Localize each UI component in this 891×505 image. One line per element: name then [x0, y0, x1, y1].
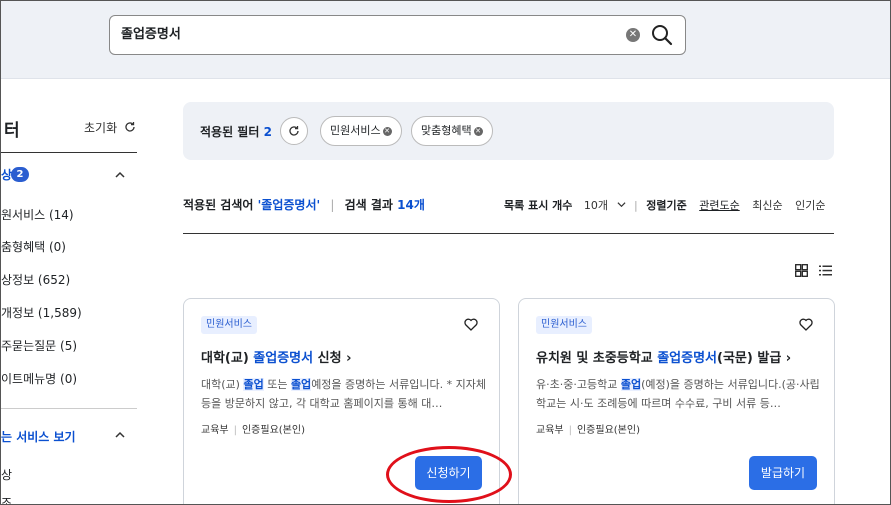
sidebar-item-custom-benefit[interactable]: 춤형혜택 (0): [1, 238, 66, 255]
chevron-up-icon[interactable]: [114, 429, 126, 441]
card-department: 교육부: [536, 425, 564, 436]
result-card: 민원서비스 대학(교) 졸업증명서 신청 › 대학(교) 졸업 또는 졸업예정을…: [183, 298, 500, 504]
card-category-tag: 민원서비스: [201, 316, 257, 334]
list-view-icon[interactable]: [819, 264, 832, 277]
applied-filter-count: 2: [263, 125, 272, 139]
results-summary: 적용된 검색어 '졸업증명서' | 검색 결과 14개: [183, 196, 425, 213]
filter-chip-civil-service[interactable]: 민원서비스 ✕: [320, 116, 402, 146]
sidebar-item-civil-service[interactable]: 원서비스 (14): [1, 206, 74, 223]
card-description: 대학(교) 졸업 또는 졸업예정을 증명하는 서류입니다. * 지자체 등을 방…: [201, 375, 486, 413]
results-divider: [183, 233, 834, 234]
chip-label: 민원서비스: [330, 124, 381, 137]
sidebar-item-public-info[interactable]: 개정보 (1,589): [1, 304, 82, 321]
reset-button[interactable]: 초기화: [84, 119, 136, 136]
filter-chip-custom-benefit[interactable]: 맞춤형혜택 ✕: [411, 116, 493, 146]
applied-query-value: '졸업증명서': [257, 198, 321, 212]
card-meta: 교육부 | 인증필요(본인): [201, 421, 305, 436]
card-title-text: 유치원 및 초중등학교: [536, 351, 658, 366]
search-input[interactable]: [121, 16, 601, 54]
card-meta: 교육부 | 인증필요(본인): [536, 421, 640, 436]
desc-text: 대학(교): [201, 378, 244, 391]
sidebar-item-life-info[interactable]: 상정보 (652): [1, 271, 70, 288]
sidebar-item-other-1[interactable]: 상: [1, 466, 12, 483]
heart-icon[interactable]: [799, 318, 813, 331]
divider: |: [634, 199, 638, 212]
divider: |: [233, 425, 237, 436]
desc-highlight: 졸업: [243, 378, 264, 391]
close-circle-icon[interactable]: ✕: [626, 28, 640, 42]
sidebar-divider-2: [1, 408, 137, 409]
close-icon[interactable]: ✕: [382, 126, 392, 136]
divider: |: [568, 425, 572, 436]
chevron-down-icon: [617, 202, 626, 208]
sidebar-title: 터: [4, 121, 20, 141]
sort-popular[interactable]: 인기순: [795, 199, 825, 212]
filter-sidebar: 터 초기화 상 2 원서비스 (14) 춤형혜택 (0) 상정보 (652) 개…: [1, 101, 137, 504]
refresh-icon: [289, 126, 299, 136]
issue-button[interactable]: 발급하기: [749, 456, 817, 490]
grid-view-icon[interactable]: [795, 264, 808, 277]
filter-refresh-button[interactable]: [280, 117, 308, 145]
card-title-text: 대학(교): [201, 351, 254, 366]
desc-text: 또는: [263, 378, 291, 391]
list-count-label: 목록 표시 개수: [504, 199, 573, 212]
sidebar-item-site-menu[interactable]: 이트메뉴명 (0): [1, 370, 77, 387]
sort-label: 정렬기준: [646, 199, 687, 212]
result-label: 검색 결과: [344, 198, 393, 212]
sort-relevance[interactable]: 관련도순: [699, 199, 739, 212]
category-count-badge: 2: [11, 167, 29, 182]
browser-frame: ✕ 터 초기화 상 2 원서비스 (14) 춤형혜택 (0) 상정보 (6: [0, 0, 891, 505]
applied-filter-label: 적용된 필터 2: [200, 123, 272, 140]
sidebar-divider: [1, 152, 137, 153]
card-auth-requirement: 인증필요(본인): [241, 425, 305, 436]
other-services-toggle[interactable]: 는 서비스 보기: [1, 428, 76, 445]
close-icon[interactable]: ✕: [473, 126, 483, 136]
card-title-suffix: (국문) 발급 ›: [717, 351, 792, 366]
category-header[interactable]: 상 2: [1, 165, 137, 185]
card-title-link[interactable]: 대학(교) 졸업증명서 신청 ›: [201, 347, 351, 366]
list-count-select[interactable]: 10개: [584, 199, 629, 212]
card-department: 교육부: [201, 425, 229, 436]
heart-icon[interactable]: [464, 318, 478, 331]
search-band: ✕: [1, 1, 890, 79]
card-category-tag: 민원서비스: [536, 316, 592, 334]
reset-label: 초기화: [84, 121, 118, 135]
card-description: 유·초·중·고등학교 졸업(예정)을 증명하는 서류입니다.(공·사립학교는 시…: [536, 375, 821, 413]
refresh-icon: [125, 122, 135, 132]
desc-highlight: 졸업: [290, 378, 312, 391]
card-title-highlight: 졸업증명서: [657, 351, 718, 366]
applied-filter-bar: 적용된 필터 2 민원서비스 ✕ 맞춤형혜택 ✕: [183, 102, 834, 160]
sidebar-item-other-2[interactable]: 조: [1, 494, 12, 504]
list-count-value: 10개: [583, 199, 609, 212]
magnifier-icon[interactable]: [650, 23, 674, 47]
applied-filter-text: 적용된 필터: [200, 125, 260, 139]
chip-label: 맞춤형혜택: [421, 124, 472, 137]
card-title-link[interactable]: 유치원 및 초중등학교 졸업증명서(국문) 발급 ›: [536, 347, 791, 366]
sort-latest[interactable]: 최신순: [752, 199, 782, 212]
card-title-suffix: 신청 ›: [313, 351, 352, 366]
result-count: 14개: [397, 198, 425, 212]
card-title-highlight: 졸업증명서: [253, 351, 314, 366]
desc-highlight: 졸업: [620, 378, 642, 391]
divider: |: [330, 198, 335, 212]
apply-button[interactable]: 신청하기: [415, 456, 482, 490]
chevron-up-icon[interactable]: [114, 169, 126, 181]
sidebar-item-faq[interactable]: 주묻는질문 (5): [1, 337, 77, 354]
search-box: ✕: [109, 15, 686, 55]
list-controls: 목록 표시 개수 10개 | 정렬기준 관련도순 최신순 인기순: [504, 197, 825, 213]
result-card: 민원서비스 유치원 및 초중등학교 졸업증명서(국문) 발급 › 유·초·중·고…: [518, 298, 835, 504]
desc-text: 유·초·중·고등학교: [536, 378, 621, 391]
card-auth-requirement: 인증필요(본인): [576, 425, 640, 436]
applied-query-label: 적용된 검색어: [183, 198, 254, 212]
